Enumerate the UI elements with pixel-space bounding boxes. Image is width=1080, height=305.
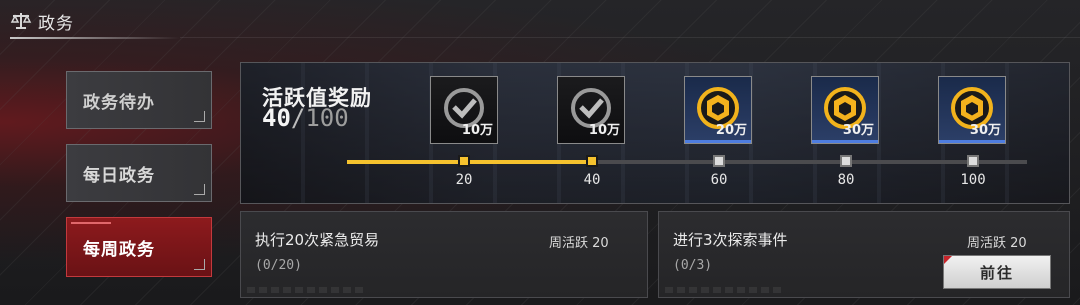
activity-value: 40/100 [262,104,349,132]
reward-amount: 30万 [969,123,1001,138]
corner-mark [194,259,205,270]
milestone-label: 80 [837,172,855,188]
activity-progress-track [347,160,1027,164]
sidebar-item-label: 政务待办 [83,92,155,113]
milestone-node [458,155,470,167]
task-progress: (0/3) [673,258,713,273]
reward-box-1[interactable]: 10万 [430,76,498,144]
corner-mark [194,184,205,195]
task-reward: 周活跃 20 [967,236,1027,251]
page-title: 政务 [38,13,74,34]
reward-bar [685,140,751,143]
reward-amount: 10万 [588,123,620,138]
task-name: 进行3次探索事件 [673,231,788,249]
reward-box-3[interactable]: 20万 [684,76,752,144]
reward-bar [812,140,878,143]
milestone-node [840,155,852,167]
task-card: 进行3次探索事件 (0/3) 周活跃 20 前往 [658,211,1070,298]
reward-amount: 30万 [842,123,874,138]
task-card: 执行20次紧急贸易 (0/20) 周活跃 20 [240,211,648,298]
sidebar-item-label: 每日政务 [83,165,155,186]
reward-box-5[interactable]: 30万 [938,76,1006,144]
sidebar-item-pending[interactable]: 政务待办 [66,71,212,129]
header-divider-faint [180,37,1080,38]
decorative-strip [247,287,367,293]
reward-amount: 10万 [461,123,493,138]
scales-icon [10,13,32,29]
task-reward: 周活跃 20 [549,236,609,251]
milestone-node [713,155,725,167]
sidebar-item-daily[interactable]: 每日政务 [66,144,212,202]
milestone-node [586,155,598,167]
milestone-node [967,155,979,167]
sidebar-item-label: 每周政务 [83,239,155,260]
activity-current: 40 [262,104,291,132]
go-button[interactable]: 前往 [943,255,1051,289]
page-header: 政务 [10,6,74,36]
milestone-label: 20 [455,172,473,188]
activity-separator: / [290,104,306,132]
reward-amount: 20万 [715,123,747,138]
decorative-strip [665,287,785,293]
reward-box-4[interactable]: 30万 [811,76,879,144]
activity-max: 100 [305,104,349,132]
task-name: 执行20次紧急贸易 [255,231,380,249]
task-progress: (0/20) [255,258,302,273]
milestone-label: 40 [583,172,601,188]
milestone-label: 100 [960,172,986,188]
milestone-label: 60 [710,172,728,188]
reward-bar [939,140,1005,143]
sidebar-item-weekly[interactable]: 每周政务 [66,217,212,277]
reward-box-2[interactable]: 10万 [557,76,625,144]
header-divider [10,37,180,39]
corner-mark [194,111,205,122]
